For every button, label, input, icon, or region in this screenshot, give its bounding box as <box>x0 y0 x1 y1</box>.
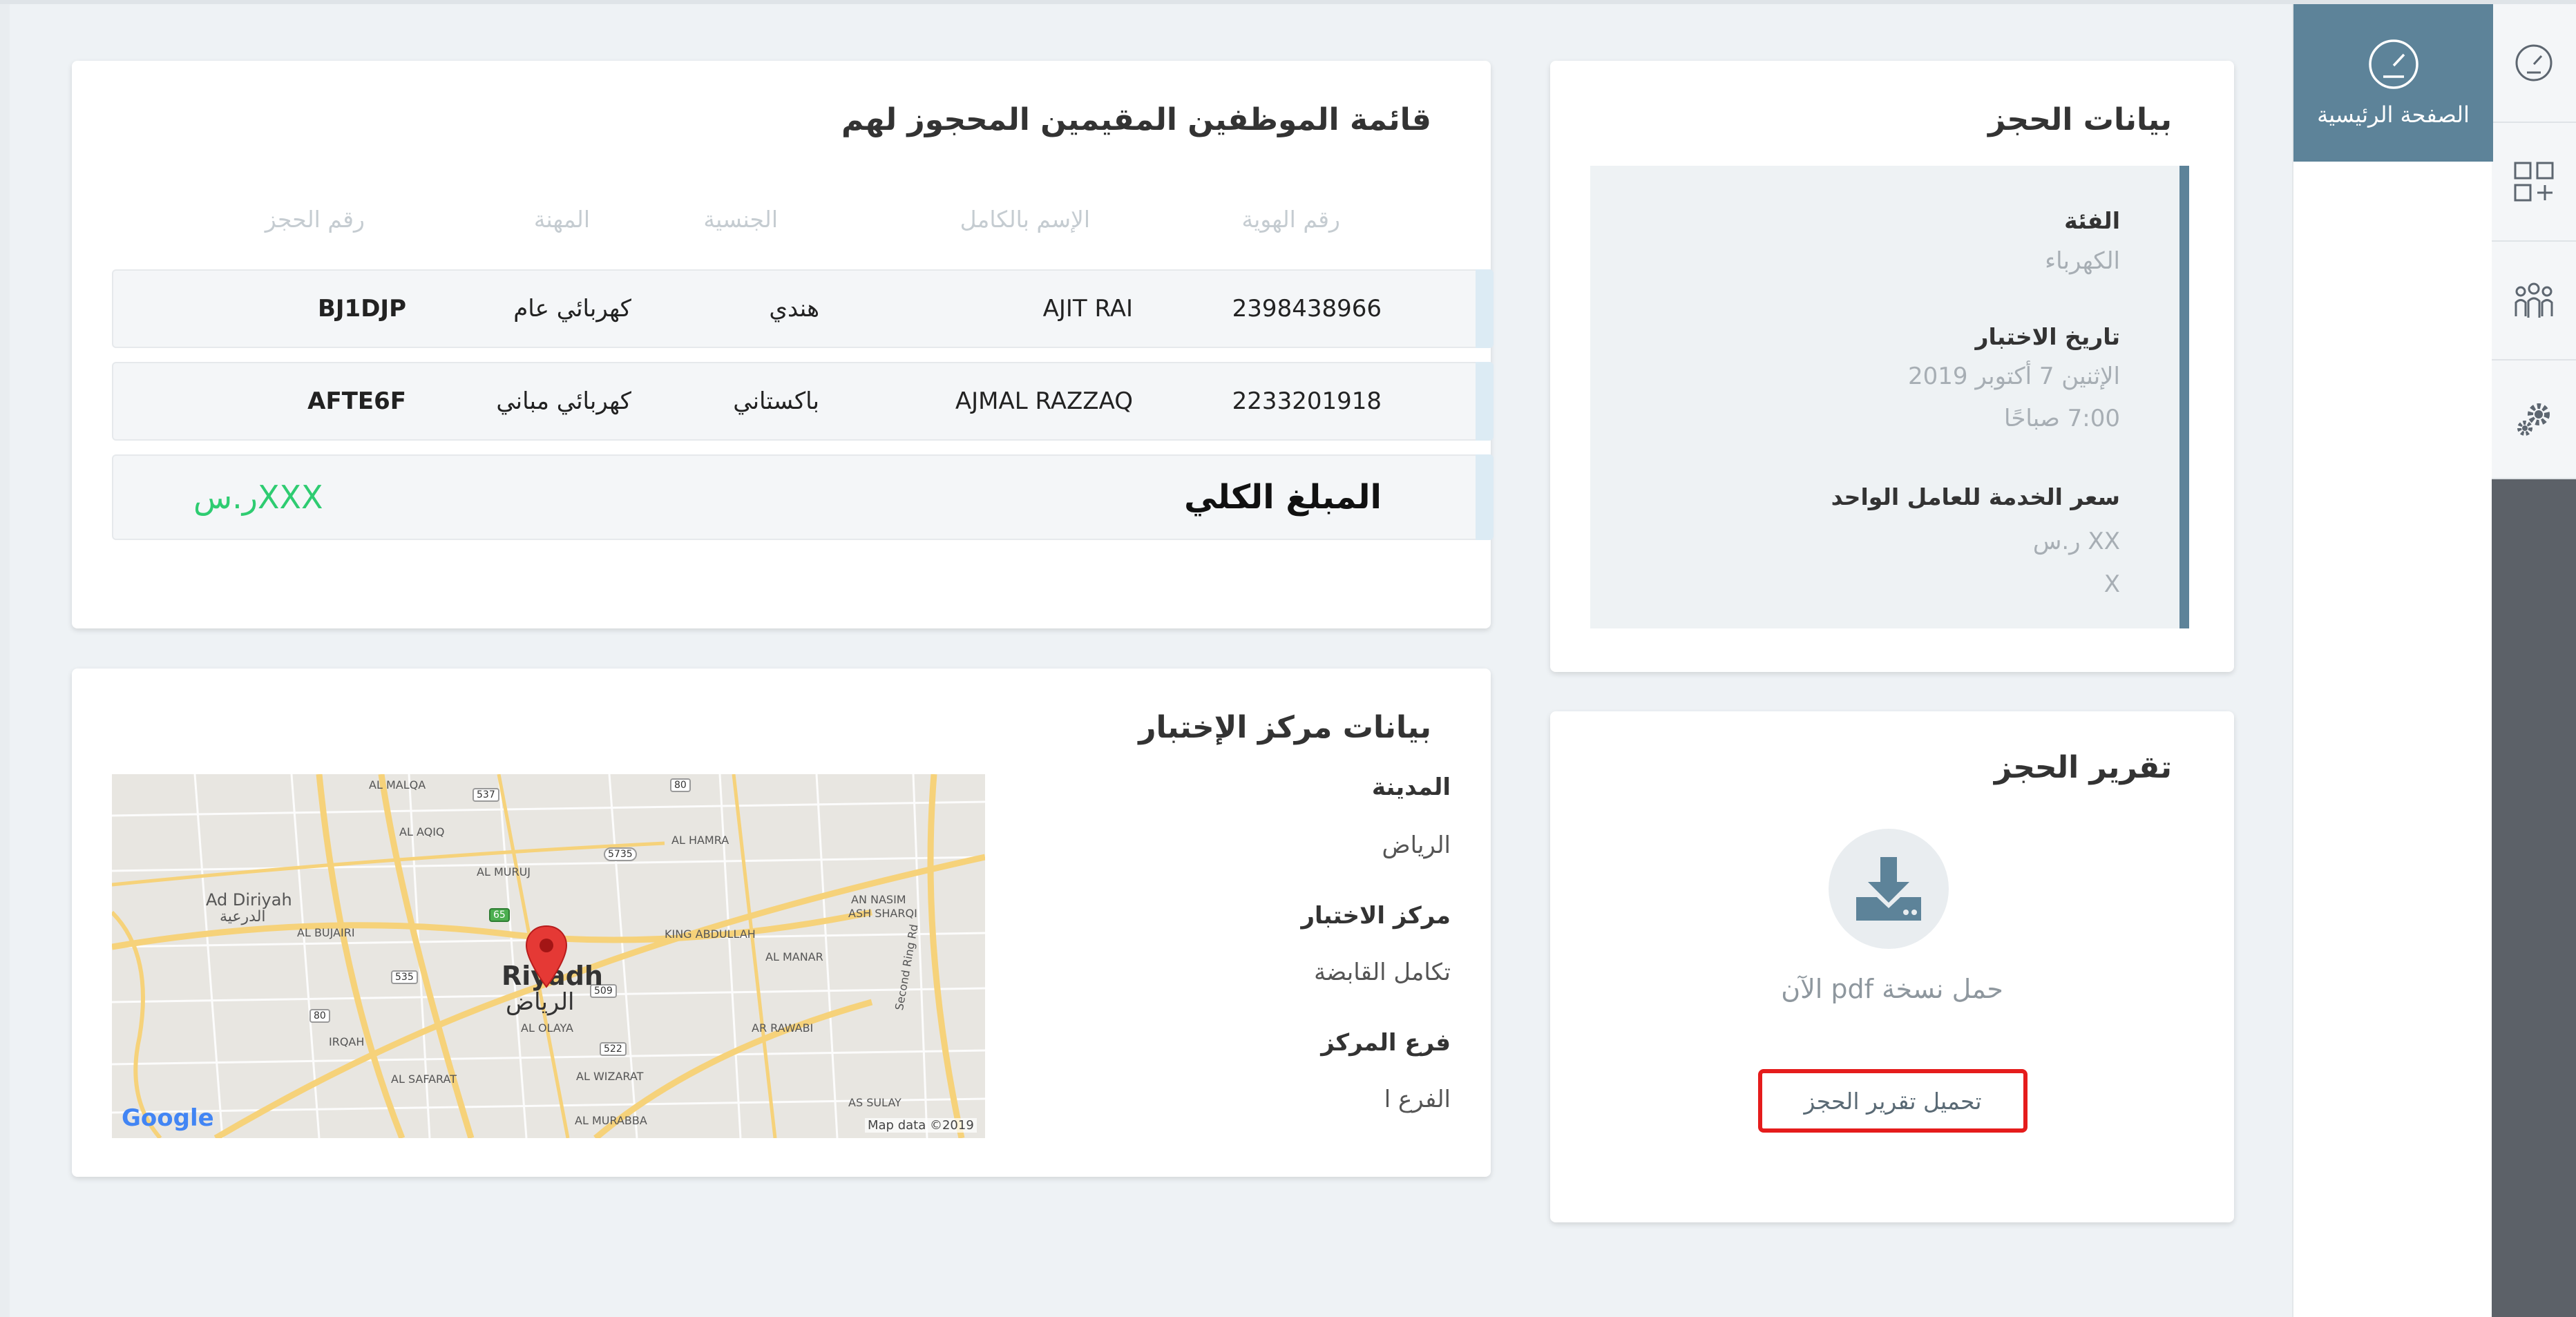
download-icon-circle[interactable] <box>1829 829 1949 949</box>
col-id: رقم الهوية <box>1241 206 1340 233</box>
map-pin-icon[interactable] <box>524 923 569 990</box>
route-shield: 535 <box>391 970 418 984</box>
employees-title: قائمة الموظفين المقيمين المحجوز لهم <box>841 102 1431 137</box>
cell-name: AJIT RAI <box>1042 295 1133 323</box>
map-label: AL BUJAIRI <box>297 926 355 939</box>
cell-profession: كهربائي عام <box>513 295 631 323</box>
row-accent <box>1476 362 1494 441</box>
add-grid-icon <box>2514 162 2554 202</box>
download-report-button[interactable]: تحميل تقرير الحجز <box>1758 1069 2028 1133</box>
map-attribution: Map data ©2019 <box>865 1118 977 1133</box>
map-label: AL MURABBA <box>575 1114 647 1127</box>
rail-add[interactable] <box>2492 123 2576 242</box>
test-center-title: بيانات مركز الإختبار <box>1138 710 1431 745</box>
map-label: AL AQIQ <box>399 825 445 838</box>
map-label: AN NASIM <box>851 893 906 906</box>
table-row: 2233201918 AJMAL RAZZAQ باكستاني كهربائي… <box>112 362 1494 441</box>
center-value: تكامل القابضة <box>1314 959 1451 986</box>
gears-icon <box>2517 403 2550 436</box>
service-price-label: سعر الخدمة للعامل الواحد <box>1831 483 2120 510</box>
map-label: KING ABDULLAH <box>665 927 756 941</box>
map-label: ASH SHARQI <box>848 907 917 920</box>
col-nationality: الجنسية <box>703 206 778 233</box>
employees-card: قائمة الموظفين المقيمين المحجوز لهم رقم … <box>72 61 1494 628</box>
branch-label: فرع المركز <box>1321 1029 1451 1057</box>
map-label: AR RAWABI <box>752 1021 814 1035</box>
booking-details-card: بيانات الحجز الفئة الكهرباء تاريخ الاختب… <box>1550 61 2234 672</box>
booking-details-title: بيانات الحجز <box>1988 102 2172 137</box>
map-label: الدرعية <box>220 908 266 925</box>
download-hint: حمل نسخة pdf الآن <box>1781 974 2003 1004</box>
branch-value: الفرع ا <box>1384 1086 1451 1113</box>
download-icon <box>1856 857 1921 921</box>
map-label: AL SAFARAT <box>391 1073 457 1086</box>
category-label: الفئة <box>2064 207 2120 234</box>
left-edge <box>0 4 10 1317</box>
row-accent <box>1476 269 1494 348</box>
col-name: الإسم بالكامل <box>960 206 1090 233</box>
cell-nationality: باكستاني <box>733 387 819 415</box>
booking-report-title: تقرير الحجز <box>1994 750 2172 785</box>
cell-nationality: هندي <box>769 295 819 323</box>
route-shield: 80 <box>309 1009 330 1023</box>
sub-sidebar: الصفحة الرئيسية <box>2292 4 2493 1317</box>
route-shield: 537 <box>473 788 499 802</box>
service-price-value: XX ر.س <box>2032 528 2120 555</box>
map-label: AL MALQA <box>369 778 426 791</box>
rail-workers[interactable] <box>2492 242 2576 361</box>
map-label: AL HAMRA <box>671 834 729 847</box>
icon-rail <box>2492 4 2576 1317</box>
col-booking-no: رقم الحجز <box>265 206 365 233</box>
total-label: المبلغ الكلي <box>1184 478 1382 517</box>
map-label: AS SULAY <box>848 1096 901 1109</box>
cell-id: 2398438966 <box>1232 295 1382 323</box>
service-price-extra: X <box>2103 570 2120 598</box>
category-value: الكهرباء <box>2045 247 2120 275</box>
rail-settings[interactable] <box>2492 361 2576 479</box>
total-value: XXXر.س <box>193 479 323 516</box>
city-value: الرياض <box>1382 831 1451 859</box>
sidebar-item-home[interactable]: الصفحة الرئيسية <box>2293 4 2493 162</box>
test-center-card: بيانات مركز الإختبار المدينة الرياض مركز… <box>72 669 1491 1177</box>
booking-report-card: تقرير الحجز حمل نسخة pdf الآن تحميل تقري… <box>1550 711 2234 1222</box>
sidebar-item-label: الصفحة الرئيسية <box>2317 102 2470 128</box>
cell-booking-no: AFTE6F <box>307 387 406 415</box>
center-label: مركز الاختبار <box>1301 902 1451 930</box>
route-shield: 65 <box>489 908 510 922</box>
test-date-label: تاريخ الاختبار <box>1975 323 2120 350</box>
total-row: المبلغ الكلي XXXر.س <box>112 454 1494 540</box>
map-label: IRQAH <box>329 1035 365 1048</box>
route-shield: 5735 <box>604 847 637 861</box>
row-accent <box>1476 454 1494 540</box>
speedometer-icon <box>2515 44 2553 81</box>
map-label: Ad Diriyah <box>206 890 292 910</box>
cell-booking-no: BJ1DJP <box>317 295 406 323</box>
city-label: المدينة <box>1371 773 1451 801</box>
table-row: 2398438966 AJIT RAI هندي كهربائي عام BJ1… <box>112 269 1494 348</box>
col-profession: المهنة <box>533 206 590 233</box>
top-border <box>0 0 2576 4</box>
google-logo: Google <box>122 1104 214 1132</box>
speedometer-icon <box>2368 39 2418 89</box>
map-label: AL OLAYA <box>521 1021 573 1035</box>
cell-name: AJMAL RAZZAQ <box>955 387 1133 415</box>
route-shield: 522 <box>600 1042 627 1056</box>
test-time-value: 7:00 صباحًا <box>2003 405 2120 432</box>
cell-profession: كهربائي مباني <box>496 387 631 415</box>
rail-dashboard[interactable] <box>2492 4 2576 123</box>
people-icon <box>2515 282 2553 318</box>
map-city-ar: الرياض <box>506 988 575 1016</box>
booking-details-panel: الفئة الكهرباء تاريخ الاختبار الإثنين 7 … <box>1590 166 2189 628</box>
map-label: AL MANAR <box>765 950 823 963</box>
test-date-value: الإثنين 7 أكتوبر 2019 <box>1908 363 2120 390</box>
cell-id: 2233201918 <box>1232 387 1382 415</box>
map[interactable]: AL MALQA AL AQIQ AL MURUJ AL HAMRA AN NA… <box>112 774 985 1138</box>
map-label: AL MURUJ <box>477 865 531 878</box>
map-label: AL WIZARAT <box>576 1070 644 1083</box>
route-shield: 80 <box>670 778 691 792</box>
